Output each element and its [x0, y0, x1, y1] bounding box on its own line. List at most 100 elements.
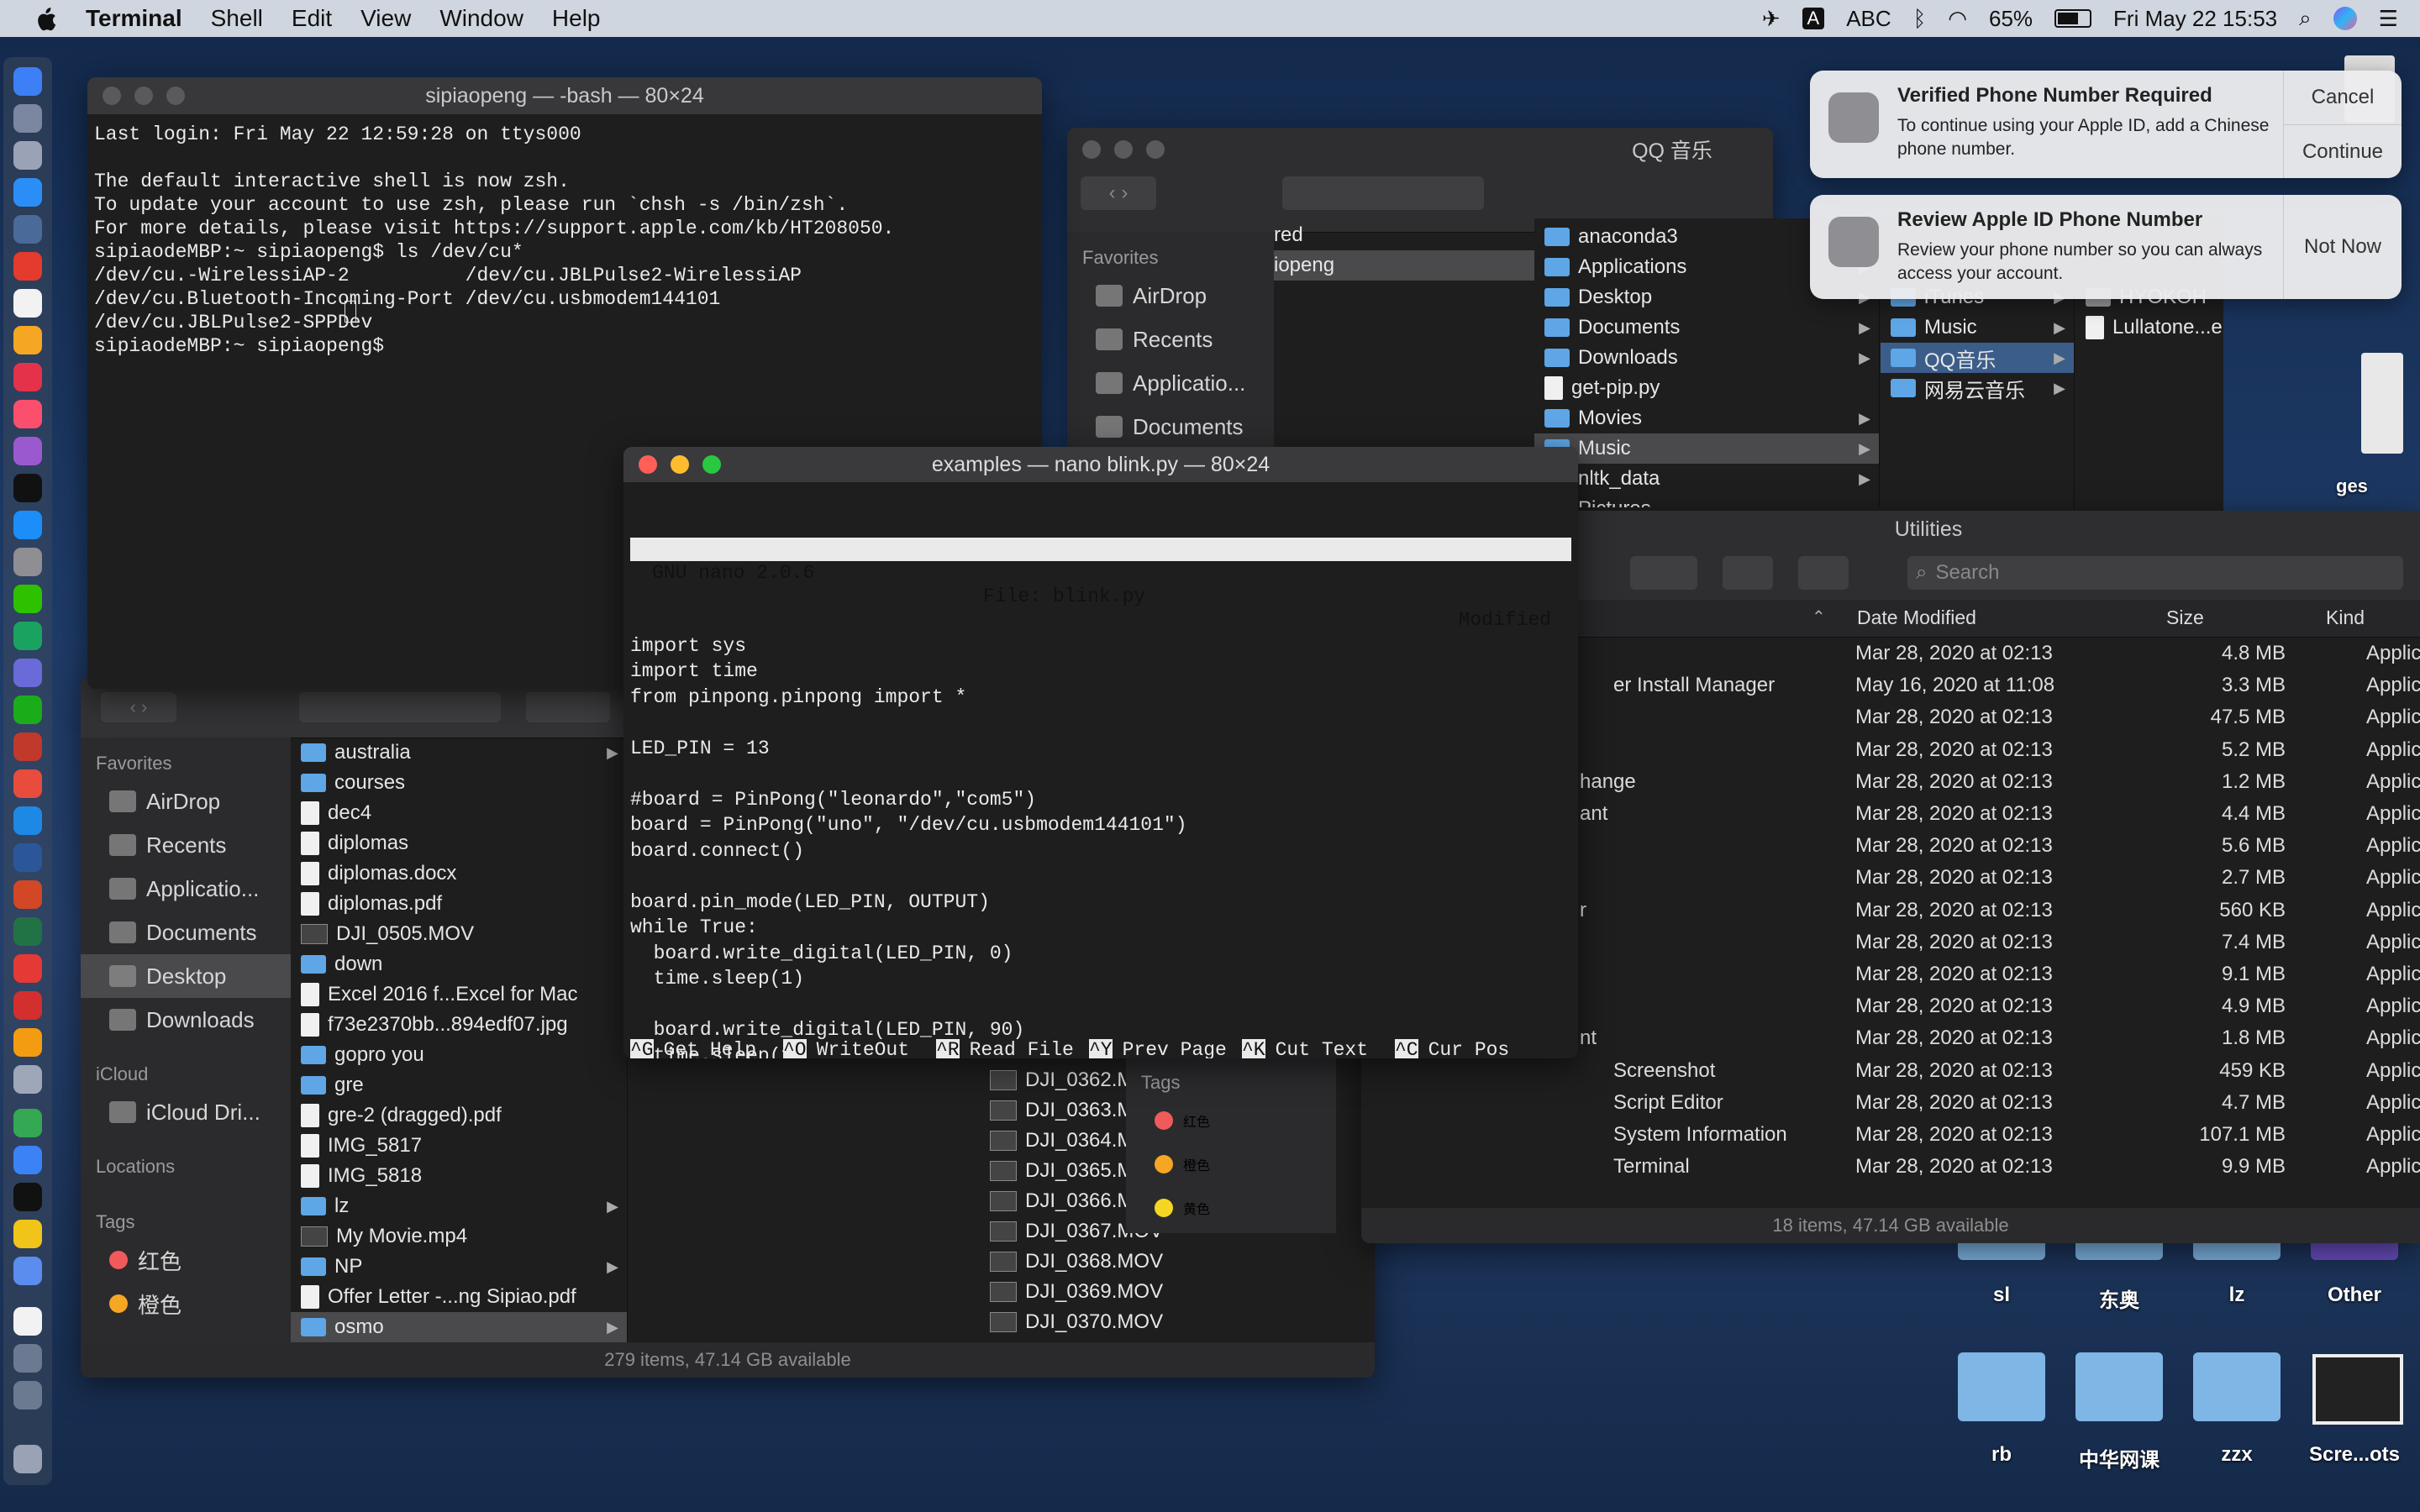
nano-shortcut[interactable]: ^K Cut Text [1242, 1038, 1368, 1058]
file-list-item[interactable]: dec4 [291, 798, 627, 828]
imovie-dock-icon[interactable] [13, 659, 42, 687]
column-header-size[interactable]: Size [2166, 603, 2204, 632]
folder-dock-icon[interactable] [13, 1344, 42, 1373]
sidebar-item-documents[interactable]: Documents [1067, 405, 1274, 449]
podcasts-dock-icon[interactable] [13, 437, 42, 465]
green-app-dock-icon[interactable] [13, 696, 42, 724]
desktop-item-label[interactable]: Scre...ots [2296, 1443, 2413, 1467]
minimize-button[interactable] [134, 87, 153, 105]
file-list-item[interactable]: gre-2 (dragged).pdf [291, 1100, 627, 1131]
skype-dock-icon[interactable] [13, 806, 42, 835]
menu-view[interactable]: View [360, 5, 411, 32]
sort-ascending-icon[interactable]: ⌃ [1812, 606, 1826, 627]
table-row[interactable]: Terminal Mar 28, 2020 at 02:13 9.9 MB Appli… [1361, 1150, 2420, 1182]
chrome2-dock-icon[interactable] [13, 1109, 42, 1137]
not-now-button[interactable]: Not Now [2284, 195, 2402, 299]
battery-icon[interactable] [2054, 9, 2092, 28]
siri-dock-icon[interactable] [13, 104, 42, 133]
desktop-item-label[interactable]: 中华网课 [2060, 1443, 2178, 1473]
notes-dock-icon[interactable] [13, 1220, 42, 1248]
nano-shortcut[interactable]: ^O WriteOut [783, 1038, 909, 1058]
sidebar-item-recents[interactable]: Recents [1067, 318, 1274, 361]
continue-button[interactable]: Continue [2284, 125, 2402, 179]
menu-edit[interactable]: Edit [292, 5, 332, 32]
menu-help[interactable]: Help [552, 5, 601, 32]
finder-dock-icon[interactable] [13, 67, 42, 96]
clock[interactable]: Fri May 22 15:53 [2113, 6, 2277, 32]
table-row[interactable]: Script Editor Mar 28, 2020 at 02:13 4.7 MB… [1361, 1086, 2420, 1118]
chrome-dock-icon[interactable] [13, 622, 42, 650]
word-dock-icon[interactable] [13, 843, 42, 872]
nano-shortcut[interactable]: ^C Cur Pos [1395, 1038, 1509, 1058]
file-list-item[interactable]: diplomas.pdf [291, 889, 627, 919]
nano-shortcut[interactable]: ^R Read File [936, 1038, 1074, 1058]
share-button[interactable] [1723, 556, 1773, 590]
file-list-item[interactable]: DJI_0369.MOV [980, 1277, 1316, 1307]
bird-icon[interactable]: ✈ [1762, 6, 1781, 32]
tag-orange[interactable]: 橙色 [1126, 1142, 1336, 1186]
view-mode-buttons[interactable] [299, 692, 501, 722]
red-app-dock-icon[interactable] [13, 769, 42, 798]
youdao-dock-icon[interactable] [13, 991, 42, 1020]
desktop-item-label[interactable]: rb [1943, 1443, 2060, 1467]
netease-dock-icon[interactable] [13, 954, 42, 983]
menu-app-name[interactable]: Terminal [86, 5, 182, 32]
search-field[interactable]: ⌕ Search [1907, 556, 2403, 590]
minimize-button[interactable] [671, 455, 689, 474]
file-list-item[interactable]: DJI_0368.MOV [980, 1247, 1316, 1277]
list-item[interactable]: 网易云音乐 ▶ [1881, 373, 2074, 403]
column-header-date[interactable]: Date Modified [1857, 603, 1976, 632]
spotlight-search-icon[interactable]: ⌕ [2299, 5, 2312, 32]
back-forward-buttons[interactable]: ‹ › [101, 692, 176, 722]
sidebar-tag-orange[interactable]: 橙色 [81, 1282, 291, 1326]
file-list-item[interactable]: diplomas [291, 828, 627, 858]
sidebar-tag-red[interactable]: 红色 [81, 1238, 291, 1282]
folder-icon[interactable] [2075, 1352, 2163, 1421]
desktop-partial-label[interactable]: ges [2336, 475, 2412, 497]
preview-dock-icon[interactable] [13, 215, 42, 244]
sidebar-item-applications[interactable]: Applicatio... [81, 867, 291, 911]
sidebar-item-recents[interactable]: Recents [81, 823, 291, 867]
close-button[interactable] [639, 455, 657, 474]
list-item[interactable]: Downloads ▶ [1534, 343, 1879, 373]
nano-shortcut[interactable]: ^Y Prev Page [1089, 1038, 1227, 1058]
file-list-item[interactable]: Offer Letter -...ng Sipiao.pdf [291, 1282, 627, 1312]
help-dock-icon[interactable] [13, 1065, 42, 1094]
list-item[interactable]: Music ▶ [1534, 433, 1879, 464]
input-source-icon[interactable]: A [1802, 8, 1825, 29]
safari-dock-icon[interactable] [13, 178, 42, 207]
music-dock-icon[interactable] [13, 400, 42, 428]
file-list-item[interactable]: DJI_0370.MOV [980, 1307, 1316, 1337]
system-preferences-dock-icon[interactable] [13, 548, 42, 576]
screenshots-folder-icon[interactable] [2312, 1354, 2403, 1425]
menu-shell[interactable]: Shell [211, 5, 263, 32]
sidebar-item-documents[interactable]: Documents [81, 911, 291, 954]
file-list-item[interactable]: NP ▶ [291, 1252, 627, 1282]
sidebar-item-desktop[interactable]: Desktop [81, 954, 291, 998]
weibo-dock-icon[interactable] [13, 252, 42, 281]
sidebar-item-downloads[interactable]: Downloads [81, 998, 291, 1042]
zoom-button[interactable] [166, 87, 185, 105]
nano-editor[interactable]: GNU nano 2.0.6 File: blink.py Modified i… [623, 482, 1578, 1058]
action-button[interactable] [1630, 556, 1697, 590]
list-item[interactable]: get-pip.py [1534, 373, 1879, 403]
notification-center-icon[interactable]: ☰ [2379, 6, 2398, 32]
folder-icon[interactable] [1958, 1352, 2045, 1421]
view-mode-buttons[interactable] [1282, 176, 1484, 210]
acrobat-dock-icon[interactable] [13, 732, 42, 761]
app-store-dock-icon[interactable] [13, 511, 42, 539]
photos-dock-icon[interactable] [13, 326, 42, 354]
trash-dock-icon[interactable] [13, 1445, 42, 1473]
file-list-item[interactable]: f73e2370bb...894edf07.jpg [291, 1010, 627, 1040]
sidebar-item-airdrop[interactable]: AirDrop [1067, 274, 1274, 318]
sidebar-item-icloud-drive[interactable]: iCloud Dri... [81, 1090, 291, 1134]
menu-window[interactable]: Window [439, 5, 523, 32]
group-button[interactable] [526, 692, 610, 722]
nano-shortcut[interactable]: ^G Get Help [630, 1038, 756, 1058]
list-item[interactable]: Lullatone...ents [2075, 312, 2223, 343]
close-button[interactable] [103, 87, 121, 105]
sidebar-item-applications[interactable]: Applicatio... [1067, 361, 1274, 405]
desktop-item-label[interactable]: sl [1943, 1284, 2060, 1307]
tag-red[interactable]: 红色 [1126, 1099, 1336, 1142]
folder-icon[interactable] [2193, 1352, 2281, 1421]
